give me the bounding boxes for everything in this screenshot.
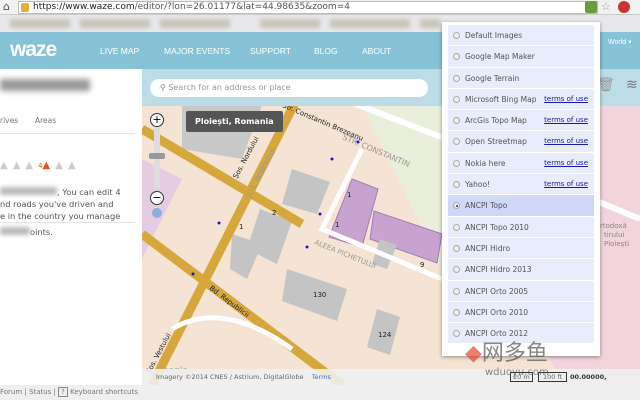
- location-label: Ploiești, Romania: [186, 111, 283, 132]
- coords-readout: 00.00000, 00.00000: [570, 373, 607, 381]
- region-select[interactable]: World ▾: [608, 38, 632, 46]
- keyboard-shortcuts-link[interactable]: Keyboard shortcuts: [70, 388, 138, 396]
- radio-button[interactable]: [453, 138, 460, 146]
- layer-label: Microsoft Bing Map: [465, 94, 537, 104]
- browser-toolbar: ⌂ https://www.waze.com/editor/?lon=26.01…: [0, 0, 640, 15]
- help-key-icon: ?: [58, 387, 68, 397]
- home-icon[interactable]: ⌂: [3, 0, 10, 13]
- level-badge: 4▲: [38, 160, 56, 171]
- radio-button[interactable]: [453, 244, 460, 252]
- svg-text:1: 1: [335, 221, 339, 229]
- nav-blog[interactable]: BLOG: [314, 46, 338, 56]
- layer-option[interactable]: ANCPI Orto 2005: [448, 280, 594, 302]
- lock-icon: [21, 3, 29, 12]
- layer-option[interactable]: ANCPI Hidro: [448, 237, 594, 260]
- svg-text:1: 1: [239, 223, 243, 231]
- address-bar[interactable]: https://www.waze.com/editor/?lon=26.0117…: [18, 1, 598, 14]
- layer-label: Google Map Maker: [465, 52, 535, 62]
- svg-text:1: 1: [347, 191, 351, 199]
- nav-live-map[interactable]: LIVE MAP: [100, 46, 139, 56]
- tab-areas[interactable]: Areas: [35, 116, 56, 125]
- terms-of-use-link[interactable]: terms of use: [544, 89, 588, 110]
- layer-option[interactable]: ANCPI Hidro 2013: [448, 259, 594, 281]
- layer-option[interactable]: Google Terrain: [448, 67, 594, 89]
- layer-option[interactable]: ANCPI Topo: [448, 195, 594, 217]
- svg-text:9: 9: [420, 261, 424, 269]
- radio-button[interactable]: [453, 266, 460, 274]
- svg-text:2: 2: [272, 209, 276, 217]
- radio-button[interactable]: [453, 74, 460, 82]
- map-layers-extension-icon[interactable]: [585, 1, 597, 13]
- layer-option[interactable]: Default Images: [448, 25, 594, 47]
- radio-button[interactable]: [453, 159, 460, 167]
- radio-button[interactable]: [453, 32, 460, 39]
- status-link[interactable]: Status: [29, 388, 51, 396]
- layer-label: Google Terrain: [465, 73, 520, 83]
- nav-support[interactable]: SUPPORT: [250, 46, 291, 56]
- username-blurred: [0, 79, 90, 91]
- forum-link[interactable]: Forum: [0, 388, 22, 396]
- layer-label: Yahoo!: [465, 180, 491, 190]
- terms-link[interactable]: Terms: [312, 373, 331, 381]
- terms-of-use-link[interactable]: terms of use: [544, 153, 588, 174]
- level-cones: ▲▲▲4▲▲▲: [0, 160, 81, 171]
- layer-option[interactable]: Nokia here terms of use: [448, 152, 594, 175]
- svg-text:130: 130: [313, 291, 326, 299]
- nav-major-events[interactable]: MAJOR EVENTS: [164, 46, 230, 56]
- radio-button[interactable]: [453, 53, 460, 61]
- layer-option[interactable]: Google Map Maker: [448, 46, 594, 68]
- layer-label: ANCPI Topo: [465, 201, 508, 211]
- layer-option[interactable]: Microsoft Bing Map terms of use: [448, 88, 594, 111]
- radio-button[interactable]: [453, 287, 460, 295]
- radio-button[interactable]: [453, 95, 460, 103]
- svg-text:tirului: tirului: [604, 231, 624, 239]
- layer-option[interactable]: ArcGis Topo Map terms of use: [448, 110, 594, 132]
- svg-text:Ploiești: Ploiești: [604, 240, 629, 248]
- radio-button[interactable]: [453, 202, 460, 210]
- layer-option[interactable]: Yahoo! terms of use: [448, 174, 594, 196]
- zoom-handle[interactable]: [149, 153, 165, 159]
- map-attribution: Imagery ©2014 CNES / Astrium, DigitalGlo…: [142, 369, 640, 385]
- sidebar: rives Areas ▲▲▲4▲▲▲ , You can edit 4 nd …: [0, 69, 142, 385]
- sidebar-description: , You can edit 4 nd roads you've driven …: [0, 187, 121, 237]
- watermark: ◆网多鱼 wduoyu.com: [465, 341, 549, 378]
- radio-button[interactable]: [453, 223, 460, 231]
- radio-button[interactable]: [453, 117, 460, 125]
- layer-label: ANCPI Topo 2010: [465, 222, 529, 232]
- star-icon[interactable]: ☆: [601, 1, 613, 13]
- layer-option[interactable]: ANCPI Topo 2010: [448, 216, 594, 238]
- radio-button[interactable]: [453, 308, 460, 316]
- layer-label: ANCPI Hidro 2013: [465, 265, 532, 275]
- layer-label: ANCPI Hidro: [465, 243, 511, 253]
- waze-logo[interactable]: waze: [10, 38, 57, 62]
- terms-of-use-link[interactable]: terms of use: [544, 174, 588, 195]
- nav-about[interactable]: ABOUT: [362, 46, 391, 56]
- layer-label: ArcGis Topo Map: [465, 116, 527, 126]
- layer-option[interactable]: ANCPI Orto 2010: [448, 301, 594, 324]
- zoom-out-button[interactable]: −: [150, 191, 164, 205]
- radio-button[interactable]: [453, 330, 460, 338]
- layer-label: Nokia here: [465, 158, 506, 168]
- layer-label: Default Images: [465, 31, 523, 40]
- tab-drives[interactable]: rives: [0, 116, 18, 125]
- locate-me-icon[interactable]: [152, 208, 162, 218]
- layer-label: ANCPI Orto 2005: [465, 286, 529, 296]
- footer: Forum | Status | ? Keyboard shortcuts: [0, 385, 640, 400]
- svg-text:124: 124: [378, 331, 392, 339]
- layer-label: ANCPI Orto 2010: [465, 307, 529, 317]
- search-icon: ⚲: [160, 83, 166, 92]
- map-layers-dropdown: Default Images Google Map Maker Google Ter…: [442, 22, 600, 356]
- terms-of-use-link[interactable]: terms of use: [544, 110, 588, 131]
- adblock-icon[interactable]: [618, 1, 630, 13]
- zoom-in-button[interactable]: +: [150, 113, 164, 127]
- terms-of-use-link[interactable]: terms of use: [544, 131, 588, 152]
- layer-label: Open Streetmap: [465, 137, 527, 147]
- radio-button[interactable]: [453, 181, 460, 189]
- layers-icon[interactable]: ≋: [626, 77, 638, 93]
- svg-text:rtodoxă: rtodoxă: [600, 222, 627, 230]
- layer-option[interactable]: Open Streetmap terms of use: [448, 131, 594, 153]
- search-input[interactable]: ⚲ Search for an address or place: [150, 79, 428, 97]
